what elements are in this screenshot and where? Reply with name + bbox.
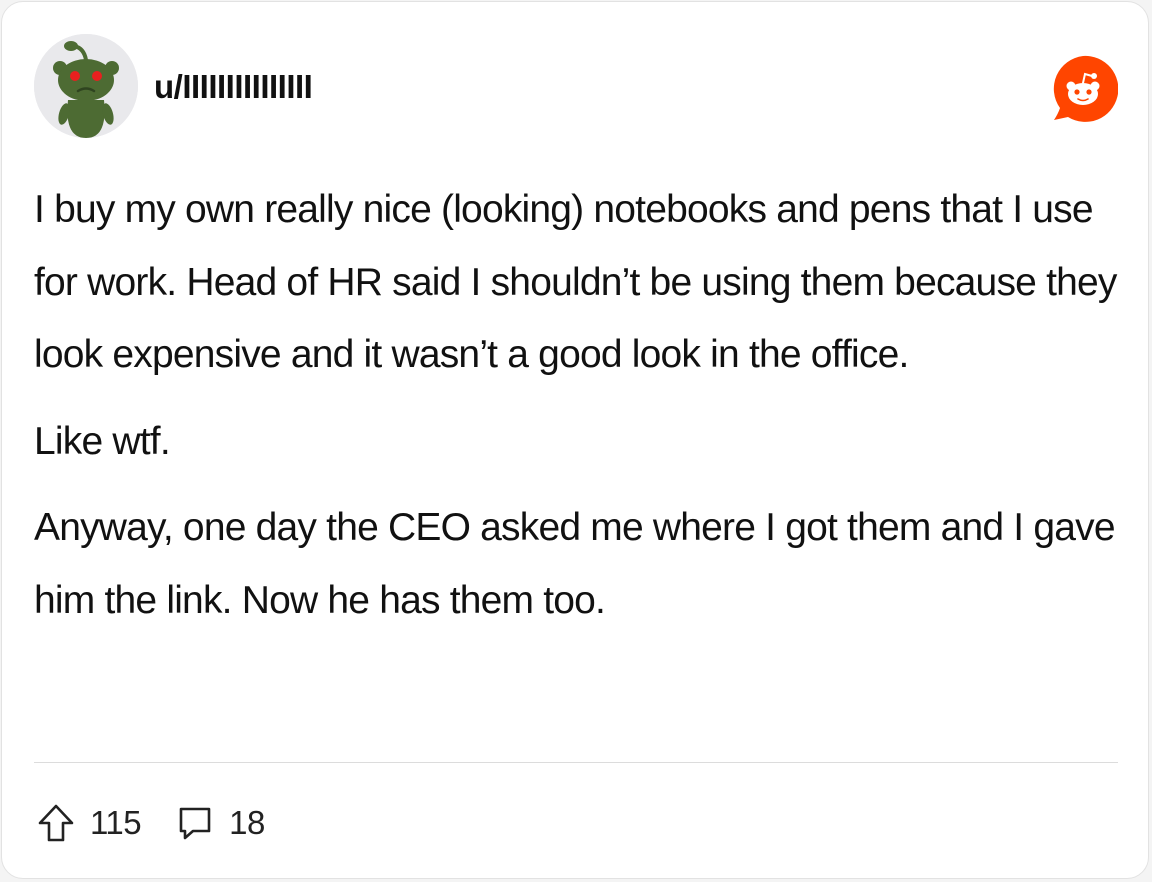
post-paragraph: Anyway, one day the CEO asked me where I… [34,506,1116,622]
comment-count: 18 [229,804,265,841]
post-author[interactable]: u/IIIIIIIIIIIIIII [154,68,313,106]
upvote-arrow-icon [38,804,74,842]
upvote-count: 115 [90,804,142,841]
reddit-logo-icon [1053,55,1118,122]
comment-button[interactable]: 18 [175,803,265,843]
post-paragraph: Like wtf. [34,419,171,463]
snoo-avatar-icon [34,34,138,138]
post-header: u/IIIIIIIIIIIIIII [34,34,1118,138]
post-body: I buy my own really nice (looking) noteb… [34,174,1124,651]
post-paragraph: I buy my own really nice (looking) noteb… [34,188,1117,376]
post-card: u/IIIIIIIIIIIIIII I buy my own really ni… [1,1,1149,879]
comment-bubble-icon [179,807,211,840]
divider [34,762,1118,763]
post-footer: 115 18 [36,798,299,848]
avatar[interactable] [34,34,138,138]
upvote-button[interactable]: 115 [36,802,142,844]
